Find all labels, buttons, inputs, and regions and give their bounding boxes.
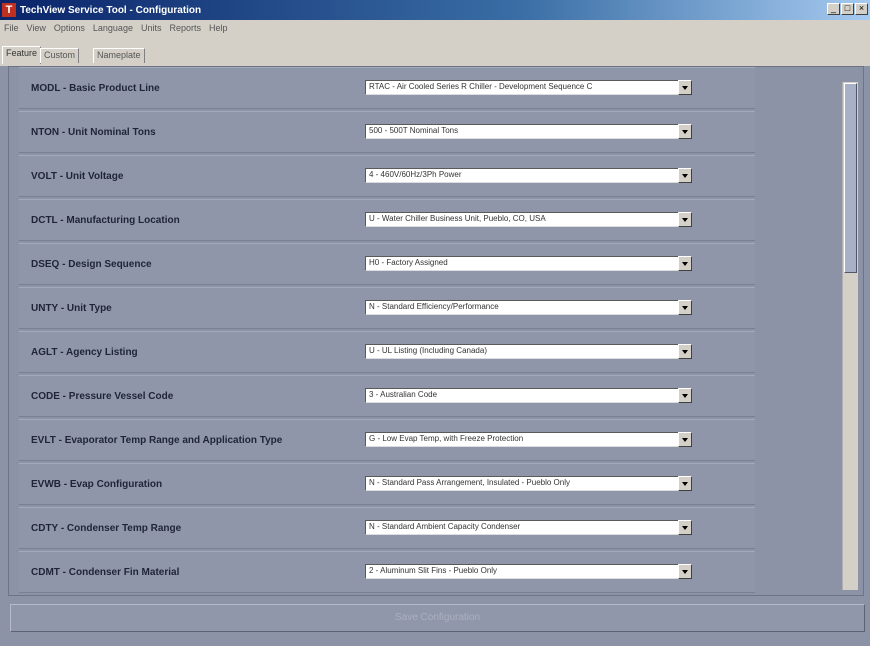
feature-label: DSEQ - Design Sequence <box>31 259 152 270</box>
feature-dropdown-unty[interactable]: N - Standard Efficiency/Performance <box>365 300 692 315</box>
save-configuration-button[interactable]: Save Configuration <box>10 604 865 632</box>
feature-row-cdty: CDTY - Condenser Temp Range N - Standard… <box>19 507 755 549</box>
feature-row-evwb: EVWB - Evap Configuration N - Standard P… <box>19 463 755 505</box>
minimize-button[interactable]: _ <box>827 3 840 15</box>
chevron-down-icon[interactable] <box>678 212 692 227</box>
feature-dropdown-cdty[interactable]: N - Standard Ambient Capacity Condenser <box>365 520 692 535</box>
feature-row-cdmt: CDMT - Condenser Fin Material 2 - Alumin… <box>19 551 755 593</box>
feature-row-evlt: EVLT - Evaporator Temp Range and Applica… <box>19 419 755 461</box>
dropdown-value: G - Low Evap Temp, with Freeze Protectio… <box>369 434 524 443</box>
menu-language[interactable]: Language <box>93 23 133 33</box>
feature-label: CODE - Pressure Vessel Code <box>31 391 174 402</box>
scrollbar-thumb[interactable] <box>844 83 857 273</box>
menu-file[interactable]: File <box>4 23 19 33</box>
feature-dropdown-modl[interactable]: RTAC - Air Cooled Series R Chiller - Dev… <box>365 80 692 95</box>
feature-label: DCTL - Manufacturing Location <box>31 215 180 226</box>
close-button[interactable]: × <box>855 3 868 15</box>
feature-row-modl: MODL - Basic Product Line RTAC - Air Coo… <box>19 67 755 109</box>
dropdown-value: 2 - Aluminum Slit Fins - Pueblo Only <box>369 566 498 575</box>
dropdown-value: 3 - Australian Code <box>369 390 438 399</box>
feature-dropdown-volt[interactable]: 4 - 460V/60Hz/3Ph Power <box>365 168 692 183</box>
title-bar: T TechView Service Tool - Configuration … <box>0 0 870 20</box>
chevron-down-icon[interactable] <box>678 256 692 271</box>
dropdown-value: RTAC - Air Cooled Series R Chiller - Dev… <box>369 82 593 91</box>
tab-bar: Feature Custom Nameplate <box>0 36 870 66</box>
dropdown-value: U - UL Listing (Including Canada) <box>369 346 487 355</box>
dropdown-value: 500 - 500T Nominal Tons <box>369 126 459 135</box>
feature-dropdown-nton[interactable]: 500 - 500T Nominal Tons <box>365 124 692 139</box>
tab-nameplate[interactable]: Nameplate <box>93 48 145 63</box>
menu-bar: File View Options Language Units Reports… <box>0 20 870 36</box>
dropdown-value: N - Standard Pass Arrangement, Insulated… <box>369 478 570 487</box>
chevron-down-icon[interactable] <box>678 168 692 183</box>
feature-dropdown-code[interactable]: 3 - Australian Code <box>365 388 692 403</box>
menu-units[interactable]: Units <box>141 23 162 33</box>
menu-reports[interactable]: Reports <box>169 23 201 33</box>
feature-dropdown-evwb[interactable]: N - Standard Pass Arrangement, Insulated… <box>365 476 692 491</box>
vertical-scrollbar[interactable] <box>842 82 858 590</box>
feature-row-dseq: DSEQ - Design Sequence H0 - Factory Assi… <box>19 243 755 285</box>
chevron-down-icon[interactable] <box>678 80 692 95</box>
feature-label: EVWB - Evap Configuration <box>31 479 163 490</box>
feature-dropdown-cdmt[interactable]: 2 - Aluminum Slit Fins - Pueblo Only <box>365 564 692 579</box>
maximize-button[interactable]: □ <box>841 3 854 15</box>
chevron-down-icon[interactable] <box>678 476 692 491</box>
feature-dropdown-dseq[interactable]: H0 - Factory Assigned <box>365 256 692 271</box>
chevron-down-icon[interactable] <box>678 300 692 315</box>
feature-row-dctl: DCTL - Manufacturing Location U - Water … <box>19 199 755 241</box>
feature-row-code: CODE - Pressure Vessel Code 3 - Australi… <box>19 375 755 417</box>
dropdown-value: N - Standard Efficiency/Performance <box>369 302 499 311</box>
dropdown-value: 4 - 460V/60Hz/3Ph Power <box>369 170 462 179</box>
feature-row-unty: UNTY - Unit Type N - Standard Efficiency… <box>19 287 755 329</box>
feature-label: EVLT - Evaporator Temp Range and Applica… <box>31 435 283 446</box>
app-icon: T <box>2 3 16 17</box>
feature-dropdown-dctl[interactable]: U - Water Chiller Business Unit, Pueblo,… <box>365 212 692 227</box>
feature-label: CDMT - Condenser Fin Material <box>31 567 180 578</box>
chevron-down-icon[interactable] <box>678 388 692 403</box>
menu-options[interactable]: Options <box>54 23 85 33</box>
chevron-down-icon[interactable] <box>678 432 692 447</box>
chevron-down-icon[interactable] <box>678 124 692 139</box>
menu-view[interactable]: View <box>27 23 46 33</box>
feature-label: AGLT - Agency Listing <box>31 347 138 358</box>
feature-row-nton: NTON - Unit Nominal Tons 500 - 500T Nomi… <box>19 111 755 153</box>
feature-label: CDTY - Condenser Temp Range <box>31 523 182 534</box>
chevron-down-icon[interactable] <box>678 564 692 579</box>
feature-label: VOLT - Unit Voltage <box>31 171 124 182</box>
footer-bar: Save Configuration <box>0 596 870 646</box>
dropdown-value: N - Standard Ambient Capacity Condenser <box>369 522 521 531</box>
window-title: TechView Service Tool - Configuration <box>20 4 202 16</box>
tab-feature[interactable]: Feature <box>2 46 42 64</box>
feature-dropdown-evlt[interactable]: G - Low Evap Temp, with Freeze Protectio… <box>365 432 692 447</box>
feature-panel: MODL - Basic Product Line RTAC - Air Coo… <box>8 66 864 596</box>
feature-label: NTON - Unit Nominal Tons <box>31 127 156 138</box>
window-controls: _ □ × <box>827 3 868 15</box>
chevron-down-icon[interactable] <box>678 344 692 359</box>
dropdown-value: U - Water Chiller Business Unit, Pueblo,… <box>369 214 546 223</box>
dropdown-value: H0 - Factory Assigned <box>369 258 448 267</box>
feature-row-volt: VOLT - Unit Voltage 4 - 460V/60Hz/3Ph Po… <box>19 155 755 197</box>
feature-label: UNTY - Unit Type <box>31 303 112 314</box>
feature-label: MODL - Basic Product Line <box>31 83 160 94</box>
menu-help[interactable]: Help <box>209 23 228 33</box>
chevron-down-icon[interactable] <box>678 520 692 535</box>
feature-row-aglt: AGLT - Agency Listing U - UL Listing (In… <box>19 331 755 373</box>
tab-custom[interactable]: Custom <box>40 48 80 63</box>
feature-dropdown-aglt[interactable]: U - UL Listing (Including Canada) <box>365 344 692 359</box>
